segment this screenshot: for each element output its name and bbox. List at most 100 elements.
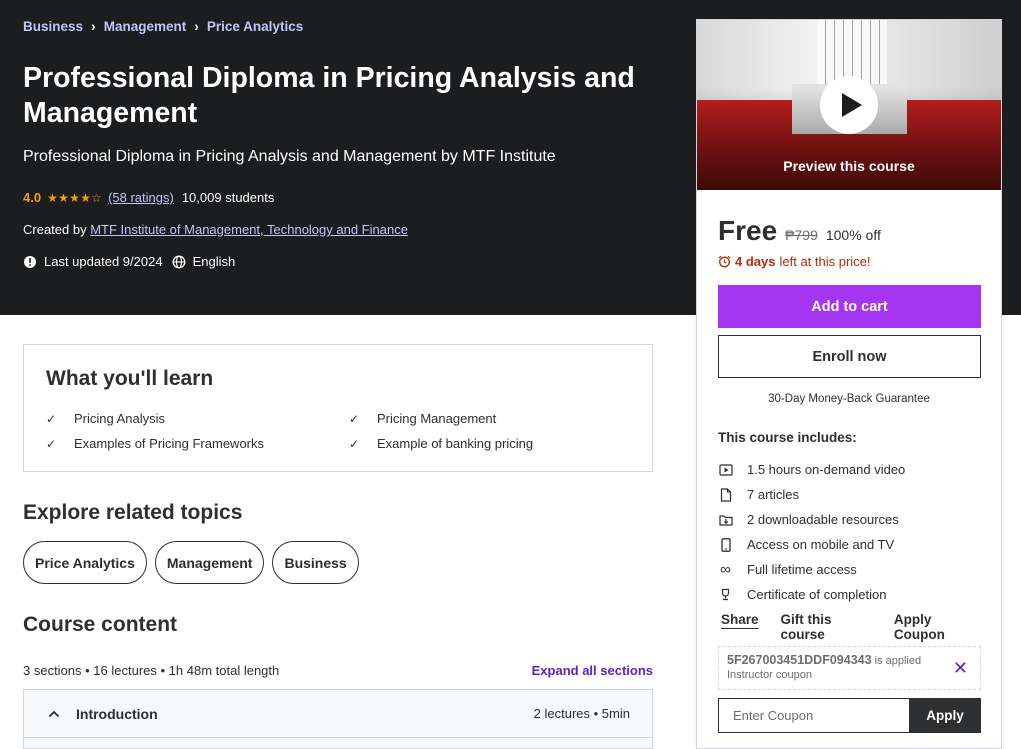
expand-all-sections-button[interactable]: Expand all sections: [532, 663, 653, 678]
learn-item: ✓ Pricing Management: [349, 411, 496, 426]
sidebar-links: Share Gift this course Apply Coupon: [721, 612, 1001, 642]
include-item: ∞ Full lifetime access: [718, 557, 905, 582]
include-item: 1.5 hours on-demand video: [718, 457, 905, 482]
include-label: Full lifetime access: [747, 562, 857, 577]
download-icon: [718, 512, 733, 527]
check-icon: ✓: [46, 411, 57, 426]
article-icon: [718, 487, 733, 502]
section-accordion: Introduction 2 lectures • 5min: [23, 689, 653, 749]
coupon-applied-text: is applied: [874, 655, 922, 667]
include-item: Certificate of completion: [718, 582, 905, 607]
topic-management[interactable]: Management: [154, 541, 265, 584]
created-by: Created by MTF Institute of Management, …: [23, 222, 408, 237]
star-rating: ★ ★ ★ ★ ☆: [47, 191, 102, 205]
infinity-icon: ∞: [720, 561, 731, 578]
course-subtitle: Professional Diploma in Pricing Analysis…: [23, 148, 556, 165]
course-content-meta: 3 sections • 16 lectures • 1h 48m total …: [23, 663, 280, 678]
rating-row: 4.0 ★ ★ ★ ★ ☆ (58 ratings) 10,009 studen…: [23, 190, 274, 205]
rating-value: 4.0: [23, 190, 42, 205]
course-meta: Last updated 9/2024 English: [23, 254, 235, 269]
check-icon: ✓: [46, 436, 57, 451]
star-icon: ★: [69, 190, 80, 205]
coupon-input[interactable]: Enter Coupon: [718, 698, 910, 733]
add-to-cart-button[interactable]: Add to cart: [718, 285, 981, 328]
check-icon: ✓: [349, 411, 360, 426]
discount-percent: 100% off: [825, 227, 881, 243]
include-label: 7 articles: [747, 487, 800, 502]
timer-days: 4 days: [735, 254, 776, 269]
what-youll-learn-title: What you'll learn: [46, 367, 214, 390]
breadcrumb-management[interactable]: Management: [104, 19, 187, 34]
play-button[interactable]: [820, 76, 878, 134]
breadcrumb-business[interactable]: Business: [23, 19, 83, 34]
original-price: ₱799: [785, 227, 818, 243]
section-title: Introduction: [76, 705, 158, 722]
money-back-guarantee: 30-Day Money-Back Guarantee: [768, 393, 930, 405]
related-topics: Price Analytics Management Business: [23, 541, 367, 584]
remove-coupon-close-icon[interactable]: ✕: [953, 659, 968, 677]
timer-text: left at this price!: [779, 254, 871, 269]
price-timer: 4 days left at this price!: [718, 254, 871, 269]
includes-title: This course includes:: [718, 430, 857, 445]
course-content-title: Course content: [23, 613, 178, 636]
applied-coupon: 5F267003451DDF094343 is applied Instruct…: [718, 646, 981, 690]
instructor-link[interactable]: MTF Institute of Management, Technology …: [90, 222, 408, 237]
last-updated: Last updated 9/2024: [44, 254, 163, 269]
learn-item-label: Pricing Analysis: [74, 411, 166, 426]
topic-business[interactable]: Business: [272, 541, 359, 584]
topic-price-analytics[interactable]: Price Analytics: [23, 541, 147, 584]
course-title: Professional Diploma in Pricing Analysis…: [23, 62, 635, 129]
check-icon: ✓: [349, 436, 360, 451]
students-count: 10,009 students: [181, 190, 275, 205]
learn-item-label: Pricing Management: [377, 411, 497, 426]
chevron-right-icon: ›: [91, 18, 96, 34]
coupon-type: Instructor coupon: [727, 669, 812, 681]
coupon-code: 5F267003451DDF094343: [727, 653, 872, 667]
learn-item-label: Example of banking pricing: [377, 436, 534, 451]
star-icon: ★: [47, 190, 58, 205]
breadcrumb-price-analytics[interactable]: Price Analytics: [207, 19, 303, 34]
course-language: English: [192, 254, 236, 269]
star-empty-icon: ☆: [91, 190, 102, 205]
price-row: Free ₱799 100% off: [718, 215, 881, 247]
video-icon: [718, 462, 733, 477]
apply-coupon-button[interactable]: Apply Coupon: [894, 612, 979, 642]
related-topics-title: Explore related topics: [23, 501, 243, 524]
trophy-icon: [718, 587, 733, 602]
include-item: 2 downloadable resources: [718, 507, 905, 532]
alert-badge-icon: [24, 255, 36, 268]
globe-icon: [172, 255, 186, 268]
section-meta: 2 lectures • 5min: [533, 706, 630, 721]
created-by-label: Created by: [23, 222, 87, 237]
chevron-right-icon: ›: [194, 18, 199, 34]
alarm-clock-icon: [718, 255, 731, 268]
ratings-count-link[interactable]: (58 ratings): [108, 190, 174, 205]
star-icon: ★: [58, 190, 69, 205]
star-icon: ★: [80, 190, 91, 205]
play-icon: [841, 93, 862, 117]
what-youll-learn-box: What you'll learn ✓ Pricing Analysis ✓ Pri…: [23, 344, 653, 472]
include-label: 2 downloadable resources: [747, 512, 899, 527]
purchase-sidebar: Preview this course Free ₱799 100% off 4…: [696, 19, 1002, 749]
section-header-introduction[interactable]: Introduction 2 lectures • 5min: [24, 690, 652, 738]
include-label: Certificate of completion: [747, 587, 887, 602]
include-label: Access on mobile and TV: [747, 537, 895, 552]
learn-item-label: Examples of Pricing Frameworks: [74, 436, 264, 451]
course-preview-video[interactable]: Preview this course: [697, 20, 1001, 190]
learn-item: ✓ Examples of Pricing Frameworks: [46, 436, 264, 451]
includes-list: 1.5 hours on-demand video 7 articles 2 d…: [718, 457, 905, 607]
include-item: 7 articles: [718, 482, 905, 507]
gift-course-button[interactable]: Gift this course: [781, 612, 872, 642]
enroll-now-button[interactable]: Enroll now: [718, 335, 981, 378]
coupon-apply-button[interactable]: Apply: [909, 698, 981, 733]
learn-item: ✓ Pricing Analysis: [46, 411, 165, 426]
learn-item: ✓ Example of banking pricing: [349, 436, 533, 451]
current-price: Free: [718, 215, 778, 246]
share-button[interactable]: Share: [721, 612, 759, 642]
mobile-icon: [718, 537, 733, 552]
chevron-up-icon: [48, 707, 62, 721]
include-item: Access on mobile and TV: [718, 532, 905, 557]
preview-label: Preview this course: [783, 158, 915, 174]
include-label: 1.5 hours on-demand video: [747, 462, 906, 477]
breadcrumb: Business › Management › Price Analytics: [23, 18, 303, 34]
